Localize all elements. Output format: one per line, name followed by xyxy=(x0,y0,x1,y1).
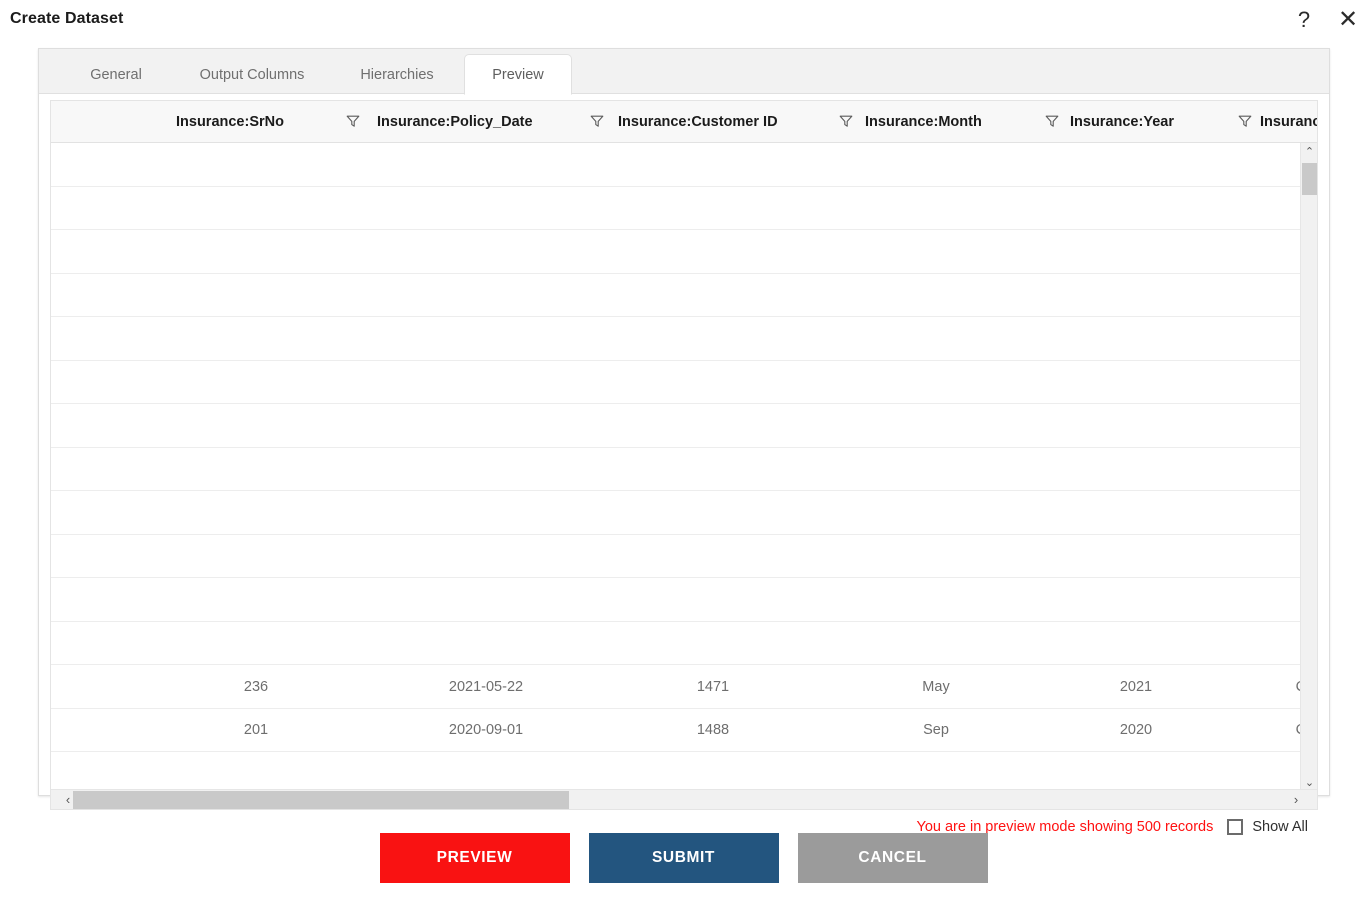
filter-funnel-icon[interactable] xyxy=(1044,113,1060,129)
preview-data-grid: Insurance:SrNo Insurance:Policy_Date Insur… xyxy=(50,100,1318,810)
table-cell xyxy=(176,622,336,665)
horizontal-scrollbar[interactable]: ‹ › xyxy=(51,789,1317,809)
chevron-right-icon[interactable]: › xyxy=(1287,790,1305,809)
table-cell xyxy=(578,448,848,491)
vertical-scrollbar-thumb[interactable] xyxy=(1302,163,1317,195)
grid-body[interactable]: 2362021-05-221471May2021Canada2012020-09… xyxy=(51,143,1317,790)
create-dataset-panel: General Output Columns Hierarchies Previ… xyxy=(38,48,1330,835)
chevron-up-icon[interactable]: ⌃ xyxy=(1301,143,1317,160)
tab-preview[interactable]: Preview xyxy=(464,54,572,95)
table-cell xyxy=(176,404,336,447)
table-row[interactable] xyxy=(51,230,1317,274)
table-cell xyxy=(176,448,336,491)
submit-button[interactable]: SUBMIT xyxy=(588,833,779,883)
table-cell: 236 xyxy=(243,678,269,695)
table-cell: 1488 xyxy=(696,722,730,738)
table-cell xyxy=(578,317,848,360)
filter-funnel-icon[interactable] xyxy=(838,113,854,129)
table-cell xyxy=(578,274,848,317)
table-row[interactable] xyxy=(51,491,1317,535)
tab-hierarchies[interactable]: Hierarchies xyxy=(342,55,452,94)
filter-funnel-icon[interactable] xyxy=(345,113,361,129)
table-cell xyxy=(176,491,336,534)
close-icon[interactable]: ✕ xyxy=(1332,4,1364,36)
column-header-insurance-srno[interactable]: Insurance:SrNo xyxy=(176,101,284,142)
column-header-insurance-customer-id[interactable]: Insurance:Customer ID xyxy=(618,101,778,142)
column-header-insurance-year[interactable]: Insurance:Year xyxy=(1070,101,1174,142)
table-row[interactable] xyxy=(51,535,1317,578)
table-row[interactable] xyxy=(51,404,1317,448)
table-row[interactable] xyxy=(51,361,1317,404)
table-row[interactable] xyxy=(51,578,1317,622)
filter-funnel-icon[interactable] xyxy=(589,113,605,129)
table-cell xyxy=(176,361,336,404)
table-cell xyxy=(578,622,848,665)
table-cell xyxy=(578,187,848,230)
column-header-insurance-c[interactable]: Insurance:C xyxy=(1260,101,1317,142)
table-cell xyxy=(176,535,336,578)
page-title: Create Dataset xyxy=(10,10,124,27)
table-cell xyxy=(176,143,336,186)
table-cell xyxy=(176,230,336,273)
table-cell xyxy=(578,361,848,404)
tab-strip: General Output Columns Hierarchies Previ… xyxy=(39,49,1329,95)
table-cell xyxy=(578,491,848,534)
dialog-title-bar: Create Dataset ? ✕ xyxy=(0,0,1367,43)
table-row[interactable] xyxy=(51,143,1317,187)
table-cell xyxy=(176,578,336,621)
table-cell xyxy=(176,274,336,317)
table-cell xyxy=(578,535,848,578)
table-row[interactable] xyxy=(51,622,1317,665)
tab-general[interactable]: General xyxy=(77,55,155,94)
help-icon[interactable]: ? xyxy=(1288,4,1320,36)
column-header-insurance-month[interactable]: Insurance:Month xyxy=(865,101,982,142)
table-cell xyxy=(578,143,848,186)
horizontal-scrollbar-thumb[interactable] xyxy=(73,791,569,809)
table-row[interactable] xyxy=(51,448,1317,491)
column-header-insurance-policy_date[interactable]: Insurance:Policy_Date xyxy=(377,101,533,142)
table-cell: 201 xyxy=(243,722,269,738)
table-row[interactable] xyxy=(51,187,1317,230)
table-row[interactable] xyxy=(51,274,1317,317)
table-cell xyxy=(176,317,336,360)
grid-header-row: Insurance:SrNo Insurance:Policy_Date Insur… xyxy=(51,101,1317,143)
table-cell xyxy=(578,404,848,447)
table-cell xyxy=(578,230,848,273)
table-row[interactable]: 2362021-05-221471May2021Canada xyxy=(51,665,1317,709)
cancel-button[interactable]: CANCEL xyxy=(797,833,988,883)
preview-button[interactable]: PREVIEW xyxy=(379,833,570,883)
vertical-scrollbar[interactable]: ⌃ ⌄ xyxy=(1300,143,1317,791)
table-cell xyxy=(176,187,336,230)
table-cell xyxy=(578,578,848,621)
action-button-bar: PREVIEW SUBMIT CANCEL xyxy=(0,832,1367,884)
tab-output-columns[interactable]: Output Columns xyxy=(182,55,322,94)
table-row[interactable]: 2012020-09-011488Sep2020Canada xyxy=(51,709,1317,752)
filter-funnel-icon[interactable] xyxy=(1237,113,1253,129)
table-cell: 1471 xyxy=(696,678,730,695)
table-row[interactable] xyxy=(51,317,1317,361)
